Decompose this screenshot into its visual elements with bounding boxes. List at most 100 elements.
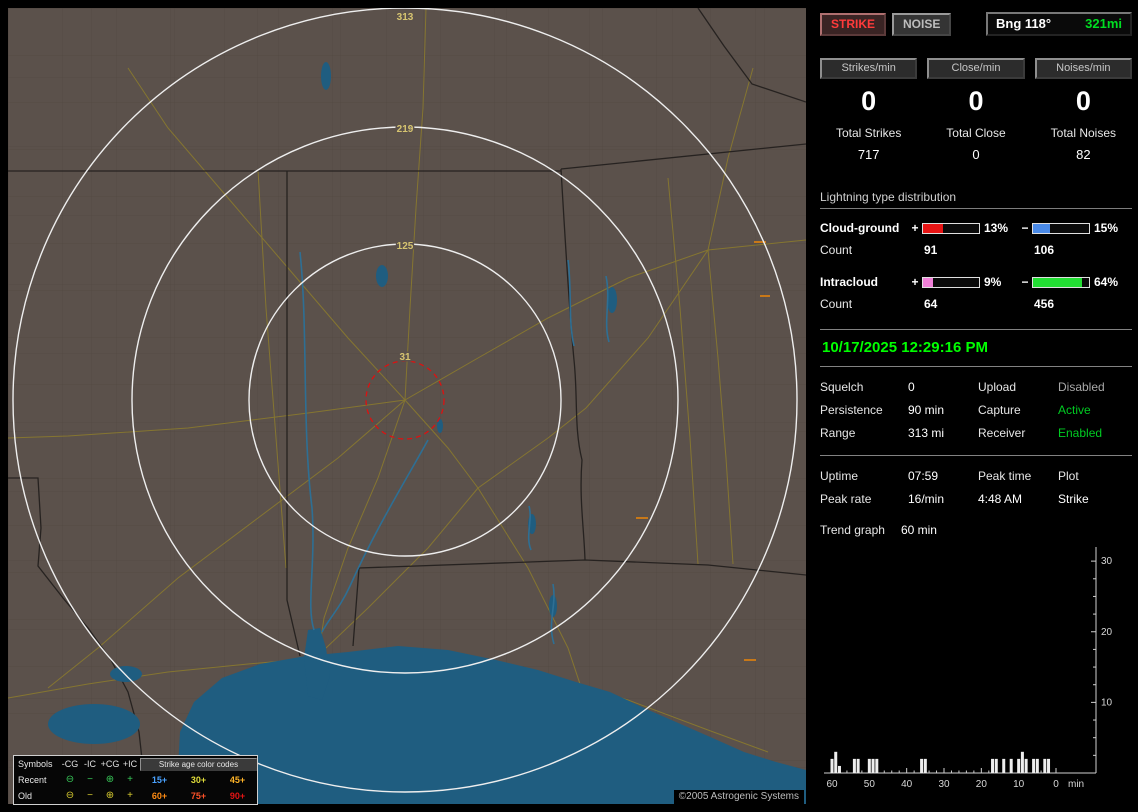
- svg-text:31: 31: [399, 352, 411, 363]
- intracloud-row: Intracloud + 9% − 64%: [820, 275, 1132, 289]
- legend-recent-row: Recent ⊖ − ⊕ + 15+ 30+ 45+: [14, 772, 257, 788]
- legend-col-neg-ic: -IC: [80, 759, 100, 769]
- pos-ic-recent-icon: +: [120, 775, 140, 785]
- legend-recent-label: Recent: [14, 775, 60, 785]
- copyright-notice: ©2005 Astrogenic Systems: [674, 790, 804, 804]
- peak-time-label: Peak time: [978, 469, 1058, 483]
- cg-positive-bar: [922, 223, 980, 234]
- age-30-label: 30+: [179, 775, 218, 785]
- peak-rate-value: 16/min: [908, 492, 978, 506]
- strikes-per-min-value: 0: [820, 86, 917, 117]
- svg-text:30: 30: [938, 779, 950, 790]
- svg-text:10: 10: [1013, 779, 1025, 790]
- lightning-distribution-section: Lightning type distribution Cloud-ground…: [820, 190, 1132, 311]
- svg-text:20: 20: [976, 779, 988, 790]
- map-canvas[interactable]: 313 219 125 31: [8, 8, 806, 804]
- plus-sign: +: [908, 221, 922, 235]
- cg-negative-pct: 15%: [1090, 221, 1132, 235]
- persistence-label: Persistence: [820, 403, 908, 417]
- trend-graph-window: 60 min: [901, 523, 937, 537]
- legend-age-title: Strike age color codes: [140, 758, 257, 771]
- indicator-row: STRIKE NOISE Bng 118° 321mi: [820, 12, 1132, 36]
- age-60-label: 60+: [140, 791, 179, 801]
- lightning-map[interactable]: 313 219 125 31 Symbols -CG -IC +CG +IC S…: [8, 8, 806, 804]
- ic-positive-bar: [922, 277, 980, 288]
- cloud-ground-row: Cloud-ground + 13% − 15%: [820, 221, 1132, 235]
- peak-rate-label: Peak rate: [820, 492, 908, 506]
- total-noises-label: Total Noises: [1035, 126, 1132, 140]
- receiver-status: Enabled: [1058, 426, 1132, 440]
- svg-text:125: 125: [397, 241, 414, 252]
- peak-time-value: 4:48 AM: [978, 492, 1058, 506]
- capture-status: Active: [1058, 403, 1132, 417]
- total-close-label: Total Close: [927, 126, 1024, 140]
- settings-panel: Squelch 0 Upload Disabled Persistence 90…: [820, 380, 1132, 440]
- close-per-min-value: 0: [927, 86, 1024, 117]
- noises-per-min-value: 0: [1035, 86, 1132, 117]
- pos-ic-old-icon: +: [120, 791, 140, 801]
- legend-header-row: Symbols -CG -IC +CG +IC Strike age color…: [14, 756, 257, 772]
- cloud-ground-count-row: Count 91 106: [820, 243, 1132, 257]
- strikes-per-min-header: Strikes/min: [820, 58, 917, 79]
- trend-graph-row: Trend graph 60 min: [820, 523, 1132, 537]
- uptime-value: 07:59: [908, 469, 978, 483]
- age-45-label: 45+: [218, 775, 257, 785]
- intracloud-count-row: Count 64 456: [820, 297, 1132, 311]
- count-label: Count: [820, 297, 908, 311]
- plus-sign: +: [908, 275, 922, 289]
- capture-label: Capture: [978, 403, 1058, 417]
- strikes-column: Strikes/min 0 Total Strikes 717: [820, 58, 917, 162]
- ic-negative-count: 456: [1032, 297, 1090, 311]
- age-75-label: 75+: [179, 791, 218, 801]
- svg-text:40: 40: [901, 779, 913, 790]
- cg-positive-pct: 13%: [980, 221, 1018, 235]
- map-legend: Symbols -CG -IC +CG +IC Strike age color…: [13, 755, 258, 805]
- svg-text:219: 219: [397, 124, 414, 135]
- intracloud-label: Intracloud: [820, 275, 908, 289]
- neg-ic-old-icon: −: [80, 791, 100, 801]
- legend-col-neg-cg: -CG: [60, 759, 80, 769]
- cg-negative-bar: [1032, 223, 1090, 234]
- receiver-label: Receiver: [978, 426, 1058, 440]
- noises-column: Noises/min 0 Total Noises 82: [1035, 58, 1132, 162]
- age-90-label: 90+: [218, 791, 257, 801]
- neg-cg-old-icon: ⊖: [60, 791, 80, 801]
- cg-negative-count: 106: [1032, 243, 1090, 257]
- persistence-value: 90 min: [908, 403, 978, 417]
- current-datetime: 10/17/2025 12:29:16 PM: [820, 329, 1132, 367]
- svg-text:60: 60: [826, 779, 838, 790]
- minus-sign: −: [1018, 221, 1032, 235]
- uptime-label: Uptime: [820, 469, 908, 483]
- bearing-value: Bng 118°: [996, 16, 1051, 31]
- svg-text:10: 10: [1101, 697, 1113, 708]
- svg-text:20: 20: [1101, 627, 1113, 638]
- svg-text:min: min: [1068, 779, 1084, 790]
- trend-graph: 6050403020100min102030: [820, 541, 1132, 798]
- cg-positive-count: 91: [922, 243, 980, 257]
- plot-value: Strike: [1058, 492, 1132, 506]
- svg-text:30: 30: [1101, 556, 1113, 567]
- strike-indicator-button[interactable]: STRIKE: [820, 13, 886, 36]
- neg-ic-recent-icon: −: [80, 775, 100, 785]
- distribution-title: Lightning type distribution: [820, 190, 1132, 209]
- total-close-value: 0: [927, 147, 1024, 162]
- rate-panels: Strikes/min 0 Total Strikes 717 Close/mi…: [820, 58, 1132, 162]
- ic-positive-pct: 9%: [980, 275, 1018, 289]
- total-noises-value: 82: [1035, 147, 1132, 162]
- status-panel: Uptime 07:59 Peak time Plot Peak rate 16…: [820, 469, 1132, 506]
- bearing-panel: Bng 118° 321mi: [986, 12, 1132, 36]
- upload-status: Disabled: [1058, 380, 1132, 394]
- total-strikes-value: 717: [820, 147, 917, 162]
- close-per-min-header: Close/min: [927, 58, 1024, 79]
- count-label: Count: [820, 243, 908, 257]
- neg-cg-recent-icon: ⊖: [60, 775, 80, 785]
- close-column: Close/min 0 Total Close 0: [927, 58, 1024, 162]
- legend-old-row: Old ⊖ − ⊕ + 60+ 75+ 90+: [14, 788, 257, 804]
- pos-cg-old-icon: ⊕: [100, 791, 120, 801]
- minus-sign: −: [1018, 275, 1032, 289]
- noise-indicator-button[interactable]: NOISE: [892, 13, 951, 36]
- pos-cg-recent-icon: ⊕: [100, 775, 120, 785]
- svg-text:50: 50: [864, 779, 876, 790]
- legend-col-pos-ic: +IC: [120, 759, 140, 769]
- legend-symbols-title: Symbols: [14, 759, 60, 769]
